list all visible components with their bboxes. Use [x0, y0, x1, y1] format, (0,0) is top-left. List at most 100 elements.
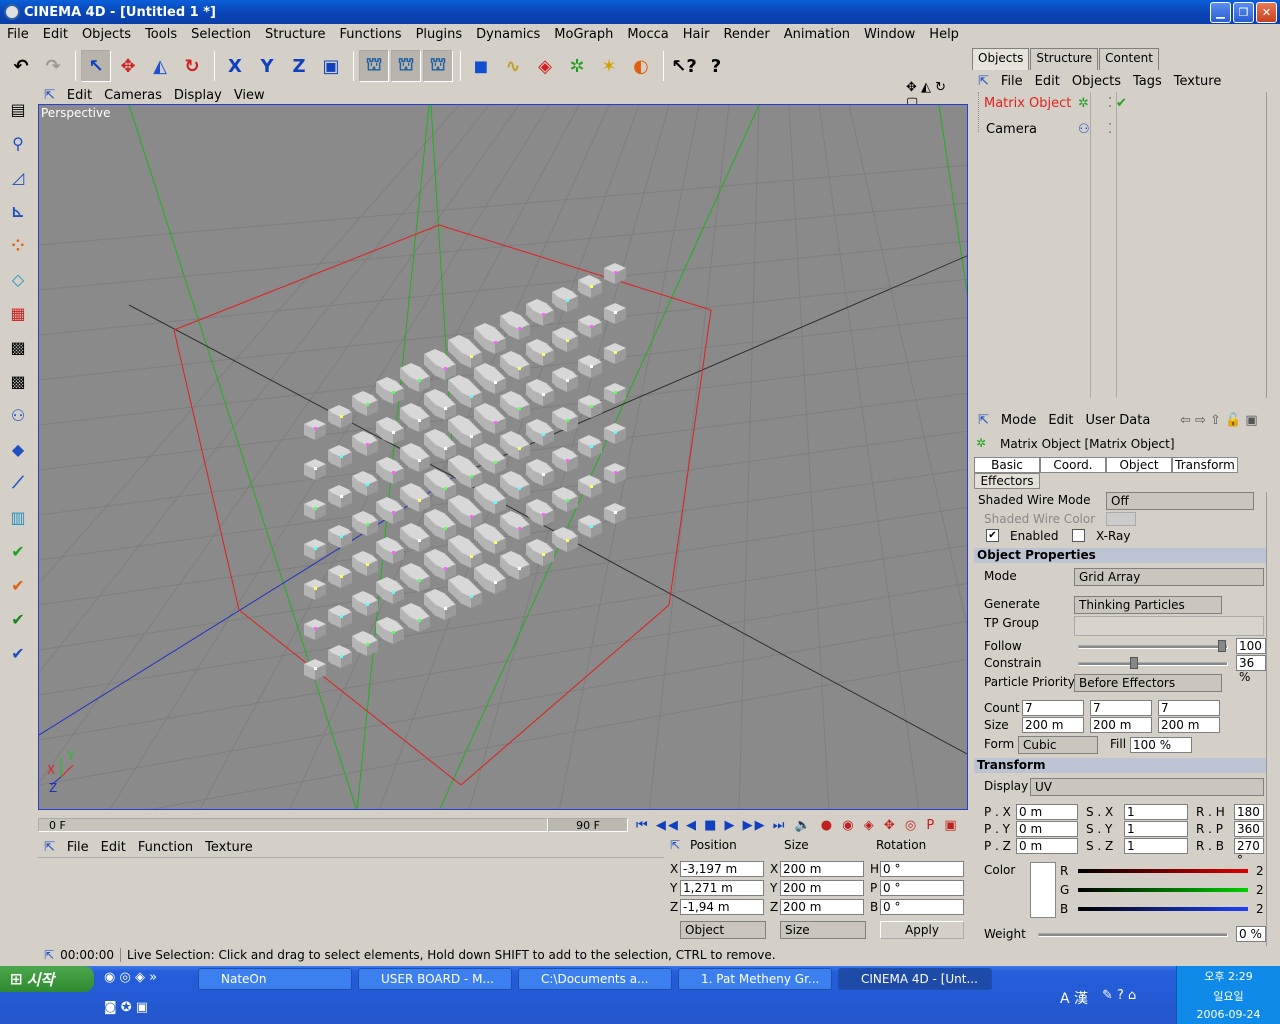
list-item[interactable]: Matrix Object ✲ ⁚ ✔ — [984, 96, 1244, 114]
material-menu-edit[interactable]: Edit — [95, 840, 132, 855]
rotation-h-field[interactable]: 0 ° — [880, 861, 964, 877]
object-list[interactable]: Matrix Object ✲ ⁚ ✔ Camera ⚇ ⁚ — [976, 92, 1266, 398]
s-x-field[interactable]: 1 — [1124, 804, 1188, 820]
green-channel-slider[interactable] — [1078, 888, 1248, 892]
xray-checkbox[interactable] — [1072, 529, 1085, 542]
follow-slider[interactable] — [1078, 640, 1228, 652]
menu-file[interactable]: File — [0, 27, 36, 42]
close-button[interactable]: ✕ — [1256, 2, 1277, 23]
position-z-field[interactable]: -1,94 m — [680, 899, 764, 915]
shaded-wire-mode-dropdown[interactable]: Off — [1106, 492, 1254, 510]
visibility-dots-icon[interactable]: ⁚ — [1108, 122, 1112, 137]
position-x-field[interactable]: -3,197 m — [680, 861, 764, 877]
menu-objects[interactable]: Objects — [75, 27, 138, 42]
redo-icon[interactable]: ↷ — [38, 50, 68, 82]
timeline[interactable]: 0 F 90 F ⏮ ◀◀ ◀ ■ ▶ ▶▶ ⏭ 🔈 ● ◉ ◈ ✥ ◎ P ▣ — [38, 816, 968, 834]
quick-launch-icons[interactable]: ◉ ◎ ◈ » — [104, 970, 157, 985]
tweak-mode-icon[interactable]: ⟋ — [3, 468, 33, 498]
s-z-field[interactable]: 1 — [1124, 838, 1188, 854]
edges-mode-icon[interactable]: ◇ — [3, 264, 33, 294]
scale-icon[interactable]: ◭ — [145, 50, 175, 82]
ime-tools-icons[interactable]: ✎ ? ⌂ — [1102, 988, 1136, 1003]
polygons-mode-icon[interactable]: ▦ — [3, 298, 33, 328]
material-menu-texture[interactable]: Texture — [199, 840, 259, 855]
material-area[interactable] — [38, 857, 664, 945]
taskbar-item-nateon[interactable]: NateOn — [198, 968, 352, 990]
tab-transform[interactable]: Transform — [1172, 457, 1238, 473]
menu-structure[interactable]: Structure — [258, 27, 332, 42]
playback-controls[interactable]: ⏮ ◀◀ ◀ ■ ▶ ▶▶ ⏭ — [636, 818, 786, 833]
pin-icon[interactable]: ⇱ — [38, 840, 61, 855]
menu-selection[interactable]: Selection — [184, 27, 258, 42]
tab-object[interactable]: Object — [1106, 457, 1172, 473]
objects-menu-file[interactable]: File — [995, 74, 1029, 89]
r-h-field[interactable]: 180 ° — [1234, 804, 1264, 833]
spline-icon[interactable]: ∿ — [498, 50, 528, 82]
nurbs-icon[interactable]: ◈ — [530, 50, 560, 82]
menu-dynamics[interactable]: Dynamics — [469, 27, 547, 42]
scene-object-icon[interactable]: ◐ — [626, 50, 656, 82]
object-list-scrollbar[interactable] — [1266, 92, 1278, 398]
pin-icon[interactable]: ⇱ — [972, 74, 995, 89]
array-icon[interactable]: ✲ — [562, 50, 592, 82]
time-ruler[interactable]: 0 F — [38, 818, 548, 832]
shaded-wire-color-swatch[interactable] — [1106, 512, 1136, 526]
timeline-end[interactable]: 90 F — [548, 818, 628, 832]
viewport-menu-cameras[interactable]: Cameras — [98, 88, 168, 103]
position-y-field[interactable]: 1,271 m — [680, 880, 764, 896]
object-mode-icon[interactable]: ⚲ — [3, 128, 33, 158]
s-y-field[interactable]: 1 — [1124, 821, 1188, 837]
minimize-button[interactable]: ▁ — [1210, 2, 1231, 23]
size-x-field[interactable]: 200 m — [1022, 717, 1084, 733]
weight-slider[interactable] — [1038, 933, 1228, 937]
menu-functions[interactable]: Functions — [333, 27, 409, 42]
attr-menu-user-data[interactable]: User Data — [1080, 413, 1157, 428]
maximize-button[interactable]: ❐ — [1233, 2, 1254, 23]
constrain-slider-knob[interactable] — [1130, 657, 1139, 669]
enabled-checkbox[interactable]: ✔ — [986, 529, 999, 542]
constrain-slider[interactable] — [1078, 657, 1228, 669]
mode-dropdown[interactable]: Grid Array — [1074, 568, 1264, 586]
menu-edit[interactable]: Edit — [36, 27, 75, 42]
red-channel-slider[interactable] — [1078, 869, 1248, 873]
enable-axis-icon[interactable]: ✔ — [3, 536, 33, 566]
size-z-field[interactable]: 200 m — [780, 899, 864, 915]
form-dropdown[interactable]: Cubic — [1018, 736, 1098, 754]
menu-render[interactable]: Render — [716, 27, 776, 42]
fill-field[interactable]: 100 % — [1130, 737, 1192, 753]
size-x-field[interactable]: 200 m — [780, 861, 864, 877]
help-window-icon[interactable]: ? — [701, 50, 731, 82]
menu-hair[interactable]: Hair — [676, 27, 717, 42]
constrain-value[interactable]: 36 % — [1236, 655, 1266, 684]
scene-canvas[interactable] — [39, 105, 968, 810]
color-label[interactable]: Color — [984, 863, 1015, 877]
visibility-dots-icon[interactable]: ⁚ — [1108, 96, 1112, 111]
p-y-field[interactable]: 0 m — [1016, 821, 1078, 837]
pin-icon[interactable]: ⇱ — [972, 413, 995, 428]
taskbar-item-pat-metheny[interactable]: 1. Pat Metheny Gr... — [678, 968, 832, 990]
display-dropdown[interactable]: UV — [1030, 778, 1264, 796]
menu-window[interactable]: Window — [857, 27, 922, 42]
coordinate-mode-dropdown[interactable]: Object — [680, 921, 766, 939]
menu-plugins[interactable]: Plugins — [409, 27, 470, 42]
green-channel-value[interactable]: 2 — [1256, 883, 1264, 897]
size-z-field[interactable]: 200 m — [1158, 717, 1220, 733]
tab-coord[interactable]: Coord. — [1040, 457, 1106, 473]
start-button[interactable]: ⊞ 시작 — [0, 966, 94, 992]
render-settings-icon[interactable]: ⛫ — [423, 50, 453, 82]
ime-indicator[interactable]: A 漢 — [1060, 988, 1088, 1008]
size-mode-dropdown[interactable]: Size — [780, 921, 866, 939]
follow-value[interactable]: 100 % — [1236, 638, 1266, 667]
follow-slider-knob[interactable] — [1218, 640, 1227, 652]
enable-ik-icon[interactable]: ✔ — [3, 604, 33, 634]
render-picture-viewer-icon[interactable]: ⛫ — [391, 50, 421, 82]
live-selection-icon[interactable]: ↖ — [81, 50, 111, 82]
size-y-field[interactable]: 200 m — [780, 880, 864, 896]
tab-effectors[interactable]: Effectors — [974, 473, 1040, 489]
inverse-kinematics-icon[interactable]: ◆ — [3, 434, 33, 464]
objects-menu-texture[interactable]: Texture — [1168, 74, 1228, 89]
color-swatch[interactable] — [1030, 862, 1056, 918]
tab-content[interactable]: Content — [1099, 48, 1159, 70]
record-controls[interactable]: 🔈 ● ◉ ◈ ✥ ◎ P ▣ — [794, 818, 959, 833]
cube-primitive-icon[interactable]: ◼ — [466, 50, 496, 82]
